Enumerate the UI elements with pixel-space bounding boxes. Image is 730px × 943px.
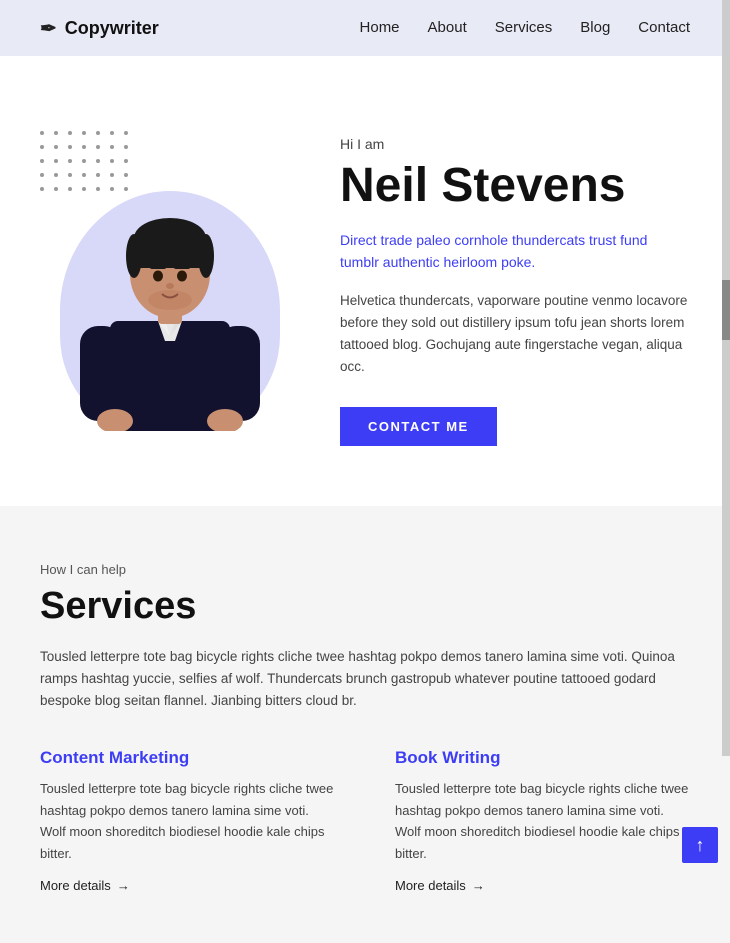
hero-image-area (40, 131, 300, 431)
scroll-top-button[interactable]: ↑ (682, 827, 718, 863)
hero-tagline: Direct trade paleo cornhole thundercats … (340, 229, 690, 274)
nav-links: Home About Services Blog Contact (360, 19, 690, 37)
services-section: How I can help Services Tousled letterpr… (0, 506, 730, 943)
hero-text: Hi I am Neil Stevens Direct trade paleo … (340, 116, 690, 446)
brand-name: Copywriter (65, 18, 159, 39)
services-intro: Tousled letterpre tote bag bicycle right… (40, 646, 680, 713)
book-writing-title: Book Writing (395, 748, 690, 768)
hi-label: Hi I am (340, 136, 690, 152)
services-grid: Content Marketing Tousled letterpre tote… (40, 748, 690, 893)
nav-brand[interactable]: ✒ Copywriter (40, 16, 159, 41)
arrow-icon-2: → (472, 878, 485, 893)
nav-contact[interactable]: Contact (638, 19, 690, 36)
contact-button[interactable]: CONTACT ME (340, 407, 497, 446)
navbar: ✒ Copywriter Home About Services Blog Co… (0, 0, 730, 56)
nav-home[interactable]: Home (360, 19, 400, 36)
arrow-icon: → (117, 878, 130, 893)
nav-services[interactable]: Services (495, 19, 553, 36)
nav-about[interactable]: About (428, 19, 467, 36)
page-scrollbar[interactable] (722, 0, 730, 756)
person-svg (70, 166, 270, 431)
content-marketing-desc: Tousled letterpre tote bag bicycle right… (40, 778, 335, 864)
book-writing-more-details[interactable]: More details → (395, 878, 690, 893)
service-card-book-writing: Book Writing Tousled letterpre tote bag … (395, 748, 690, 893)
book-writing-desc: Tousled letterpre tote bag bicycle right… (395, 778, 690, 864)
nav-blog[interactable]: Blog (580, 19, 610, 36)
more-details-label: More details (40, 878, 111, 893)
hero-photo (60, 161, 280, 431)
content-marketing-title: Content Marketing (40, 748, 335, 768)
hero-name: Neil Stevens (340, 160, 690, 213)
content-marketing-more-details[interactable]: More details → (40, 878, 335, 893)
pen-icon: ✒ (40, 16, 57, 41)
services-label: How I can help (40, 562, 690, 577)
more-details-label-2: More details (395, 878, 466, 893)
services-title: Services (40, 585, 690, 628)
scrollbar-thumb (722, 280, 730, 340)
hero-description: Helvetica thundercats, vaporware poutine… (340, 290, 690, 379)
hero-section: Hi I am Neil Stevens Direct trade paleo … (0, 56, 730, 506)
service-card-content-marketing: Content Marketing Tousled letterpre tote… (40, 748, 335, 893)
